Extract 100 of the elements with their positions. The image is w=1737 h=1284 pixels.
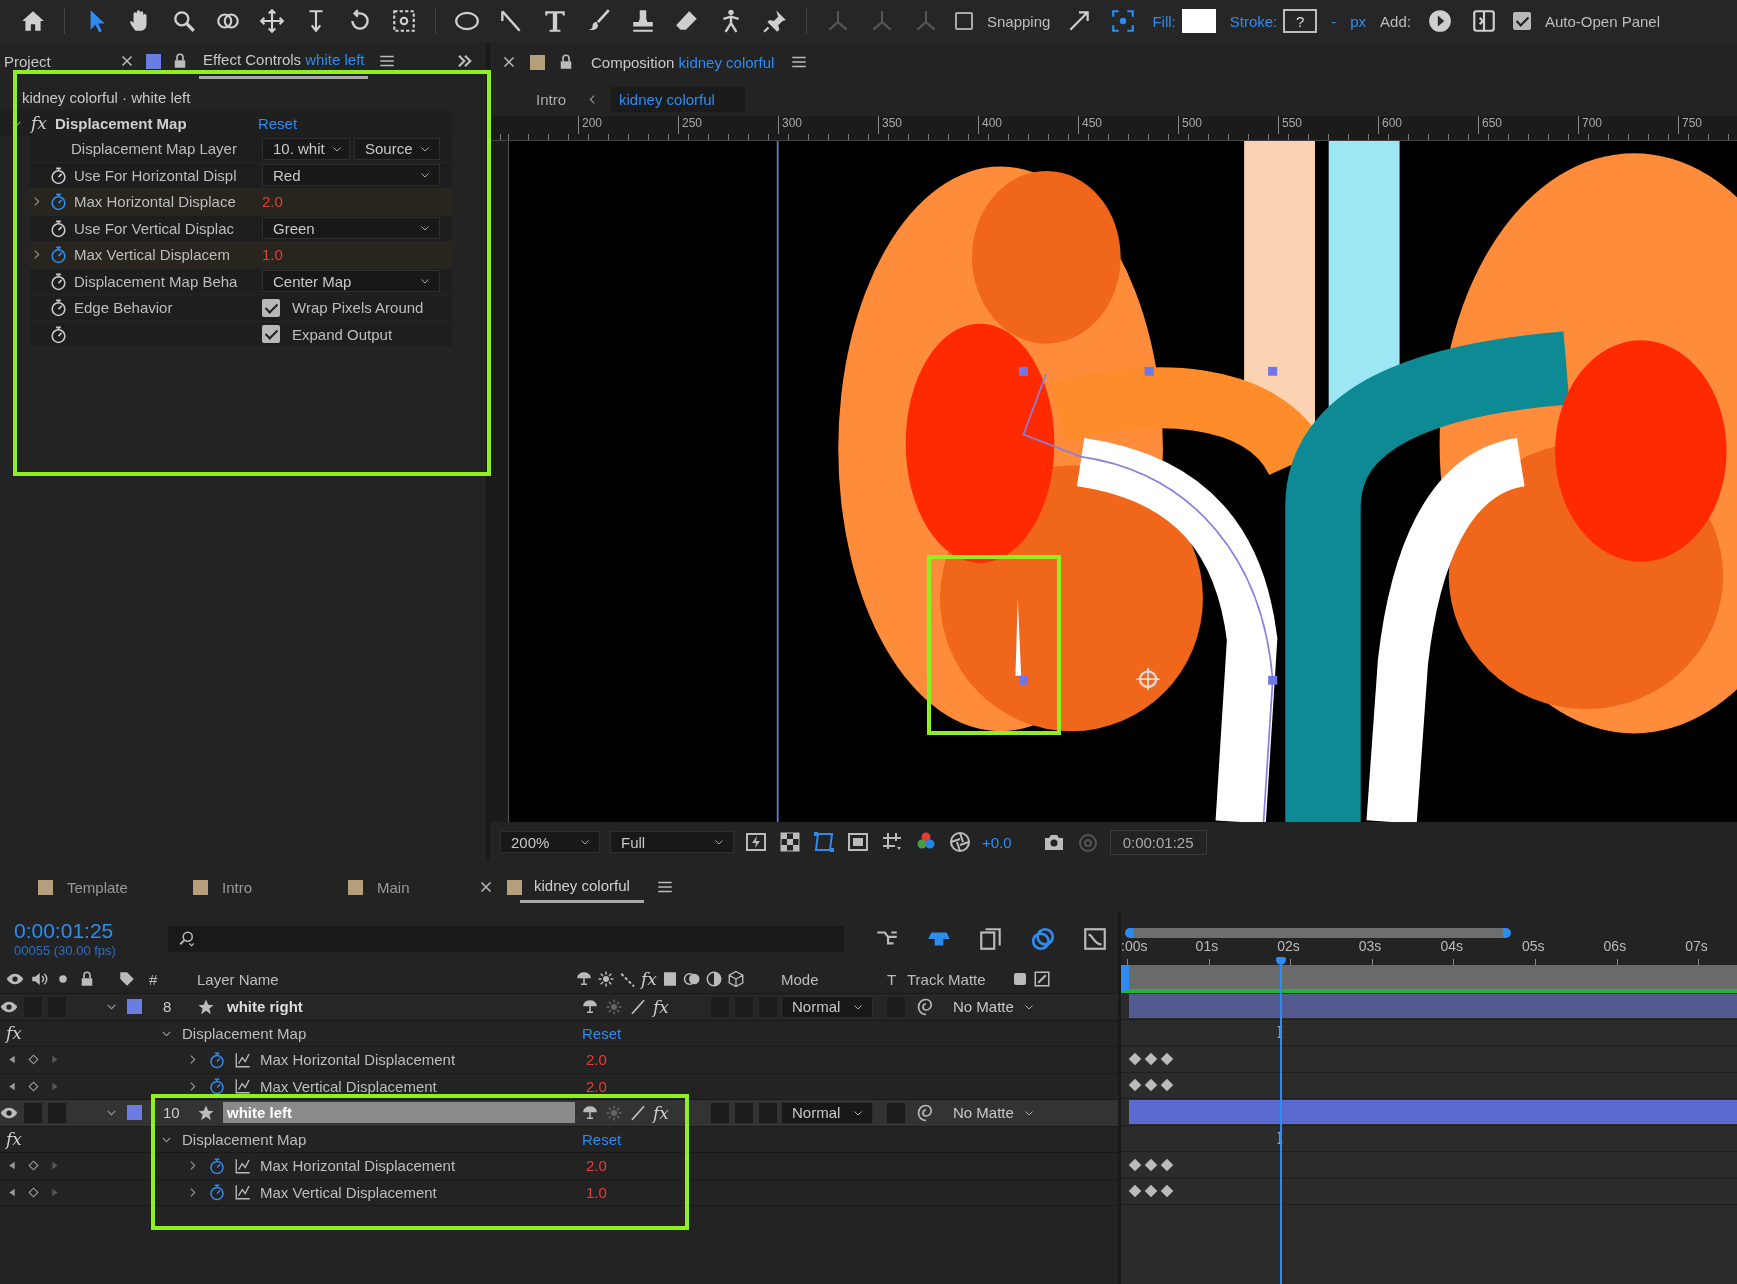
- stopwatch-icon[interactable]: [208, 1156, 226, 1175]
- keyframe-icon[interactable]: [1159, 1156, 1175, 1173]
- track-matte-dropdown[interactable]: No Matte: [943, 995, 1043, 1018]
- keyframe-icon[interactable]: [1143, 1183, 1159, 1200]
- stopwatch-icon[interactable]: [49, 218, 68, 238]
- add-keyframe-icon[interactable]: [27, 1079, 40, 1093]
- timecode-field[interactable]: 0:00:01:25: [1109, 829, 1207, 855]
- checkbox[interactable]: [955, 12, 973, 30]
- playhead[interactable]: [1276, 957, 1286, 1284]
- timeline-tab[interactable]: Template: [67, 872, 128, 902]
- quality-icon[interactable]: [629, 997, 647, 1016]
- pick-whip-icon[interactable]: [917, 1103, 935, 1122]
- value-field[interactable]: 1.0: [262, 246, 283, 264]
- lock-matte-icon[interactable]: [1033, 970, 1051, 988]
- keyframe-icon[interactable]: [1127, 1183, 1143, 1200]
- graph-editor-icon[interactable]: [1082, 925, 1108, 952]
- stroke-swatch[interactable]: ?: [1283, 9, 1318, 33]
- transparency-grid-icon[interactable]: [778, 830, 802, 854]
- timeline-tab[interactable]: Intro: [222, 872, 252, 902]
- tag-icon[interactable]: [118, 970, 136, 988]
- keyframe-icon[interactable]: [1127, 1050, 1143, 1067]
- property-value[interactable]: 2.0: [586, 1157, 1118, 1175]
- keyframe-icon[interactable]: [1159, 1050, 1175, 1067]
- current-time[interactable]: 0:00:01:25: [14, 919, 142, 943]
- add-keyframe-icon[interactable]: [27, 1185, 40, 1199]
- dropdown[interactable]: Green: [262, 217, 440, 240]
- composition-tab[interactable]: Composition kidney colorful: [587, 45, 779, 79]
- layer-name[interactable]: white right: [223, 996, 575, 1018]
- keyframe-icon[interactable]: [1127, 1077, 1143, 1094]
- keyframe-icon[interactable]: [1143, 1156, 1159, 1173]
- add-keyframe-icon[interactable]: [27, 1053, 40, 1067]
- stopwatch-icon[interactable]: [49, 192, 68, 212]
- matte-icon[interactable]: [1011, 970, 1029, 988]
- stopwatch-icon[interactable]: [49, 165, 68, 185]
- keyframe-icon[interactable]: [1159, 1183, 1175, 1200]
- property-value[interactable]: 1.0: [586, 1183, 1118, 1201]
- property-value[interactable]: 2.0: [586, 1051, 1118, 1069]
- reset-exposure-icon[interactable]: [948, 830, 972, 854]
- source-dropdown[interactable]: Source: [354, 137, 440, 160]
- graph-icon[interactable]: [234, 1077, 252, 1096]
- move-icon[interactable]: [257, 6, 287, 36]
- graph-icon[interactable]: [234, 1050, 252, 1069]
- value-field[interactable]: 2.0: [262, 193, 283, 211]
- resolution-dropdown[interactable]: Full: [610, 831, 734, 853]
- property-value[interactable]: 2.0: [586, 1077, 1118, 1095]
- reset-link[interactable]: Reset: [582, 1024, 1118, 1042]
- panel-tab[interactable]: Effect Controls white left: [199, 43, 369, 79]
- panel-tab[interactable]: Project: [0, 44, 108, 78]
- mode-dropdown[interactable]: Normal: [781, 1101, 873, 1124]
- shy-icon[interactable]: [581, 1103, 599, 1122]
- layer-bar[interactable]: [1129, 1099, 1737, 1124]
- frame-blending-icon[interactable]: [978, 925, 1004, 952]
- keyframe-icon[interactable]: [1143, 1050, 1159, 1067]
- stopwatch-icon[interactable]: [49, 245, 68, 265]
- dropdown[interactable]: Center Map: [262, 270, 440, 293]
- shy-icon[interactable]: [575, 970, 593, 988]
- keyframe-icon[interactable]: [1159, 1077, 1175, 1094]
- region-icon[interactable]: [846, 830, 870, 854]
- add-keyframe-icon[interactable]: [27, 1159, 40, 1173]
- stopwatch-icon[interactable]: [49, 298, 68, 318]
- graph-icon[interactable]: [234, 1156, 252, 1175]
- checkbox[interactable]: [1512, 12, 1531, 30]
- mask-visibility-icon[interactable]: [812, 830, 836, 854]
- quality-icon[interactable]: [619, 970, 637, 988]
- shy-icon[interactable]: [581, 997, 599, 1016]
- quality-icon[interactable]: [629, 1103, 647, 1122]
- motion-blur-icon[interactable]: [1030, 925, 1056, 952]
- exposure-value[interactable]: +0.0: [982, 833, 1012, 851]
- graph-icon[interactable]: [234, 1183, 252, 1202]
- motion-blur-icon[interactable]: [682, 970, 701, 988]
- checkbox[interactable]: [262, 325, 280, 344]
- stopwatch-icon[interactable]: [49, 324, 68, 344]
- timeline-tab[interactable]: kidney colorful: [520, 871, 644, 903]
- overflow-icon[interactable]: [456, 52, 474, 70]
- track-matte-dropdown[interactable]: No Matte: [943, 1101, 1043, 1124]
- breadcrumb-item[interactable]: kidney colorful: [611, 86, 745, 112]
- layer-dropdown[interactable]: 10. whit: [262, 137, 350, 160]
- reset-link[interactable]: Reset: [582, 1130, 1118, 1148]
- cube-icon[interactable]: [726, 970, 745, 988]
- pick-whip-icon[interactable]: [917, 997, 935, 1016]
- reset-link[interactable]: Reset: [257, 114, 298, 132]
- stopwatch-icon[interactable]: [49, 271, 68, 291]
- search-field[interactable]: [168, 925, 844, 952]
- speaker-icon[interactable]: [30, 970, 48, 988]
- keyframe-icon[interactable]: [1127, 1156, 1143, 1173]
- keyframe-icon[interactable]: [1143, 1077, 1159, 1094]
- frame-info: 00055 (30.00 fps): [14, 943, 117, 958]
- stopwatch-icon[interactable]: [208, 1183, 226, 1202]
- collapse-icon[interactable]: [597, 970, 615, 988]
- checkbox[interactable]: [262, 298, 280, 317]
- breadcrumb-item[interactable]: Intro: [528, 86, 574, 112]
- adjustment-icon[interactable]: [704, 970, 723, 988]
- zoom-dropdown[interactable]: 200%: [500, 831, 600, 853]
- fast-preview-icon[interactable]: [744, 830, 768, 854]
- timeline-tab[interactable]: Main: [377, 872, 410, 902]
- mode-dropdown[interactable]: Normal: [781, 995, 873, 1018]
- dropdown[interactable]: Red: [262, 164, 440, 187]
- fill-swatch[interactable]: [1181, 9, 1216, 33]
- stopwatch-icon[interactable]: [208, 1050, 226, 1069]
- stopwatch-icon[interactable]: [208, 1077, 226, 1096]
